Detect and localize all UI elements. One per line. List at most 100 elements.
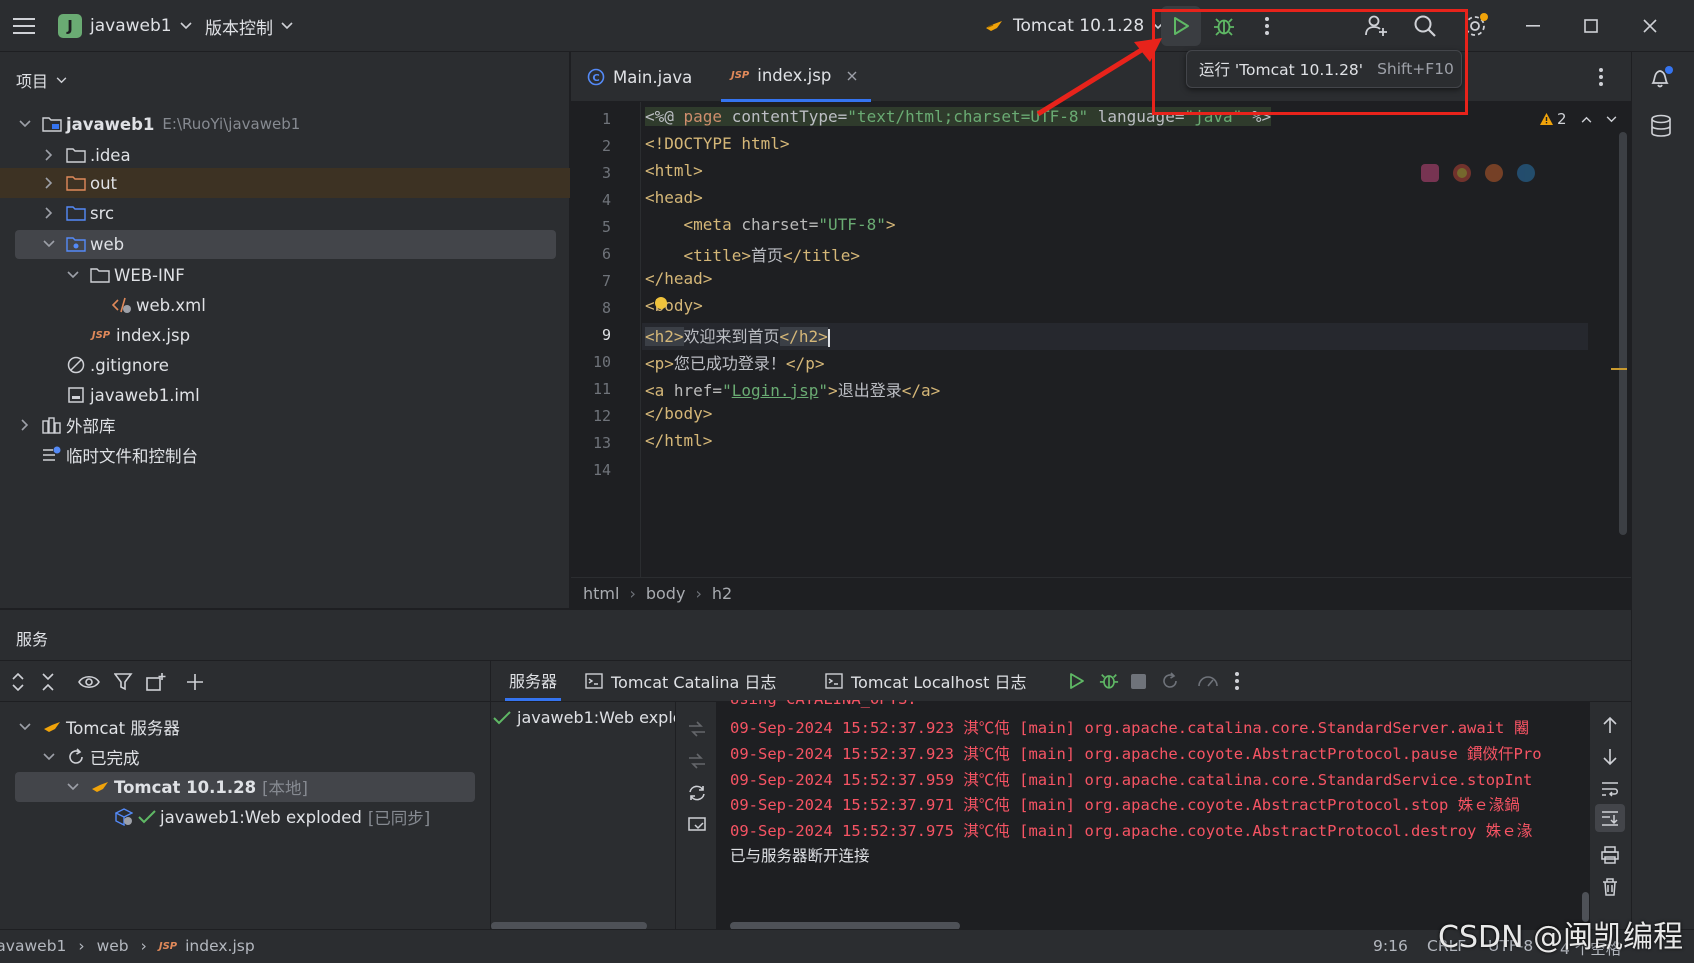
editor-scrollbar[interactable]	[1619, 132, 1627, 535]
breadcrumb-item[interactable]: body	[646, 584, 686, 603]
tab-more-icon[interactable]	[1599, 68, 1603, 86]
tree-item-index-jsp[interactable]: JSP index.jsp	[90, 320, 190, 350]
browser-preview-bar	[1421, 164, 1535, 182]
tab-main-java[interactable]: C Main.java	[587, 52, 692, 102]
tree-item-web-inf[interactable]: WEB-INF	[66, 260, 185, 290]
expand-all-icon[interactable]	[10, 673, 26, 691]
breadcrumb-item[interactable]: h2	[712, 584, 732, 603]
tree-item-web-xml[interactable]: web.xml	[112, 290, 206, 320]
add-icon[interactable]	[186, 673, 206, 693]
collapse-all-icon[interactable]	[40, 673, 56, 691]
tree-label: Tomcat 10.1.28	[114, 777, 257, 797]
tree-item-iml[interactable]: javaweb1.iml	[66, 380, 200, 410]
run-icon[interactable]	[1069, 672, 1085, 690]
filter-icon[interactable]	[114, 673, 134, 691]
services-toolbar	[0, 660, 490, 702]
artifact-icon	[114, 807, 134, 827]
database-icon[interactable]	[1650, 114, 1672, 138]
breadcrumb-item[interactable]: index.jsp	[185, 937, 255, 955]
code-token: 欢迎来到首页	[683, 327, 780, 346]
line-number: 14	[592, 461, 611, 479]
bug-icon[interactable]	[1099, 671, 1119, 691]
edge-icon[interactable]	[1517, 164, 1535, 182]
ide-preview-icon[interactable]	[1421, 164, 1439, 182]
chevron-down-icon	[67, 271, 79, 279]
project-selector[interactable]: J javaweb1	[58, 0, 192, 52]
rerun-icon[interactable]	[1161, 672, 1179, 690]
chevron-down-icon[interactable]	[1606, 115, 1617, 123]
code-token: charset=	[731, 215, 819, 234]
main-menu-icon[interactable]	[4, 6, 44, 46]
close-icon[interactable]	[847, 71, 857, 81]
console-output[interactable]: Using CATALINA_OPTS: 09-Sep-2024 15:52:3…	[716, 700, 1590, 930]
firefox-icon[interactable]	[1485, 164, 1503, 182]
chevron-down-icon	[43, 753, 55, 761]
deployment-item[interactable]: javaweb1:Web explo	[493, 708, 675, 727]
minimize-button[interactable]	[1513, 6, 1553, 46]
java-class-icon: C	[587, 68, 605, 86]
tab-catalina-log[interactable]: Tomcat Catalina 日志	[585, 661, 776, 701]
project-panel-header[interactable]: 项目	[16, 68, 67, 92]
arrow-down-icon[interactable]	[1602, 748, 1618, 766]
warning-stripe-marker	[1611, 368, 1627, 370]
more-actions-icon[interactable]	[1235, 672, 1239, 690]
code-link[interactable]: Login.jsp	[732, 381, 819, 400]
tree-item-src[interactable]: src	[42, 198, 114, 228]
line-number: 9	[601, 326, 611, 344]
close-window-button[interactable]	[1630, 6, 1670, 46]
tree-item-idea[interactable]: .idea	[42, 140, 131, 170]
notifications-icon[interactable]	[1648, 64, 1674, 90]
deploy-icon[interactable]	[688, 720, 706, 738]
module-folder-icon	[42, 114, 62, 134]
lightbulb-icon[interactable]	[655, 297, 667, 309]
code-token: contentType=	[722, 107, 848, 126]
tree-label: src	[90, 203, 115, 223]
tree-item-scratches[interactable]: 临时文件和控制台	[42, 440, 198, 470]
right-tool-strip	[1631, 52, 1694, 929]
eye-icon[interactable]	[78, 673, 100, 691]
trash-icon[interactable]	[1602, 878, 1618, 896]
tree-item-external-libs[interactable]: 外部库	[18, 410, 116, 440]
tree-item-gitignore[interactable]: .gitignore	[66, 350, 169, 380]
chevron-down-icon	[56, 76, 67, 83]
log-line: 09-Sep-2024 15:52:37.959 淇℃伅 [main] org.…	[730, 771, 1533, 789]
breadcrumb-item[interactable]: web	[97, 937, 129, 955]
new-tab-icon[interactable]	[146, 672, 166, 692]
tree-item-out[interactable]: out	[42, 168, 117, 198]
caret-position[interactable]: 9:16	[1373, 937, 1408, 955]
code-token: >	[885, 215, 896, 234]
chevron-right-icon	[45, 177, 53, 189]
arrow-up-icon[interactable]	[1602, 716, 1618, 734]
breadcrumb-item[interactable]: javaweb1	[0, 937, 66, 955]
tab-index-jsp[interactable]: JSP index.jsp	[721, 52, 872, 102]
undeploy-icon[interactable]	[688, 752, 706, 770]
scroll-to-end-button[interactable]	[1595, 804, 1625, 832]
tab-localhost-log[interactable]: Tomcat Localhost 日志	[825, 661, 1027, 701]
open-browser-icon[interactable]	[688, 816, 706, 834]
chrome-icon[interactable]	[1453, 164, 1471, 182]
inspection-widget[interactable]: 2	[1539, 110, 1617, 128]
chevron-up-icon[interactable]	[1581, 116, 1592, 123]
vcs-menu[interactable]: 版本控制	[205, 0, 293, 52]
tree-item-javaweb1[interactable]: javaweb1 E:\RuoYi\javaweb1	[18, 109, 300, 139]
print-icon[interactable]	[1601, 846, 1619, 864]
breadcrumb-item[interactable]: html	[583, 584, 619, 603]
tree-label: .idea	[90, 145, 131, 165]
annotation-box	[1152, 9, 1468, 115]
code-token: <meta	[645, 215, 732, 234]
soft-wrap-icon[interactable]	[1601, 780, 1619, 798]
tab-server[interactable]: 服务器	[505, 661, 562, 701]
deployment-toolbar	[675, 702, 716, 930]
tomcat-icon	[90, 777, 110, 797]
service-tree-server[interactable]: Tomcat 10.1.28 [本地]	[66, 772, 308, 802]
services-title: 服务	[16, 630, 49, 649]
tree-item-web[interactable]: web	[42, 229, 124, 259]
maximize-button[interactable]	[1571, 6, 1611, 46]
tab-label: index.jsp	[757, 66, 832, 85]
service-tree-artifact[interactable]: javaweb1:Web exploded [已同步]	[114, 802, 430, 832]
stop-icon[interactable]	[1131, 674, 1146, 689]
service-tree-tomcat-group[interactable]: Tomcat 服务器	[18, 712, 180, 742]
update-app-icon[interactable]	[1197, 672, 1219, 690]
service-tree-finished[interactable]: 已完成	[42, 742, 140, 772]
refresh-icon[interactable]	[688, 784, 706, 802]
